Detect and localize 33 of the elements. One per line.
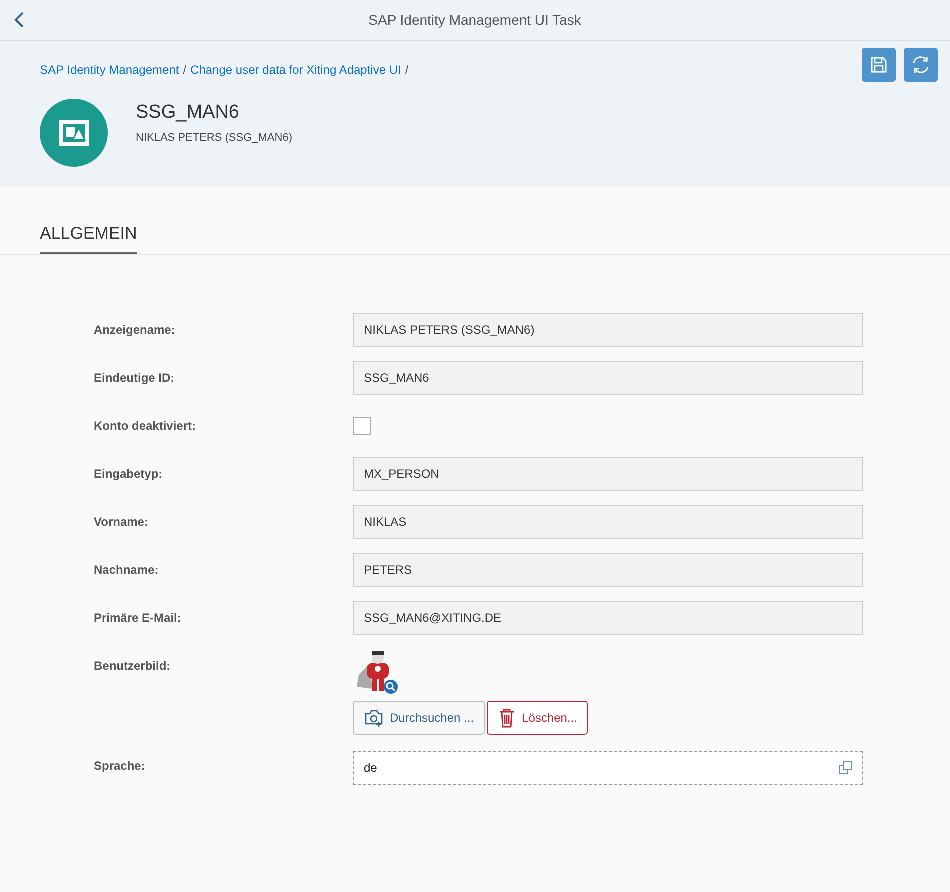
trash-icon bbox=[498, 708, 516, 728]
object-subtitle: NIKLAS PETERS (SSG_MAN6) bbox=[136, 132, 292, 144]
checkbox[interactable] bbox=[353, 417, 371, 435]
text-field[interactable]: PETERS bbox=[353, 553, 863, 587]
text-field[interactable]: NIKLAS PETERS (SSG_MAN6) bbox=[353, 313, 863, 347]
language-field[interactable]: de bbox=[353, 751, 863, 785]
field-label: Konto deaktiviert: bbox=[94, 418, 198, 435]
breadcrumb-link[interactable]: SAP Identity Management bbox=[40, 63, 180, 77]
field-label: Vorname: bbox=[94, 514, 150, 531]
save-icon bbox=[870, 56, 888, 74]
field-label: Primäre E-Mail: bbox=[94, 610, 182, 627]
breadcrumb-link[interactable]: Change user data for Xiting Adaptive UI bbox=[190, 63, 402, 77]
text-field[interactable]: SSG_MAN6 bbox=[353, 361, 863, 395]
save-button[interactable] bbox=[862, 48, 896, 82]
field-label: Eingabetyp: bbox=[94, 466, 164, 483]
text-field[interactable]: SSG_MAN6@XITING.DE bbox=[353, 601, 863, 635]
value-help-icon[interactable] bbox=[839, 761, 853, 775]
breadcrumb-separator: / bbox=[405, 63, 409, 77]
window-title: SAP Identity Management UI Task bbox=[368, 12, 582, 28]
camera-icon bbox=[364, 709, 384, 727]
text-field[interactable]: NIKLAS bbox=[353, 505, 863, 539]
breadcrumb-separator: / bbox=[183, 63, 187, 77]
field-label: Benutzerbild: bbox=[94, 658, 172, 675]
object-title: SSG_MAN6 bbox=[136, 102, 240, 124]
field-label: Nachname: bbox=[94, 562, 160, 579]
field-label: Anzeigename: bbox=[94, 322, 176, 339]
text-field[interactable]: MX_PERSON bbox=[353, 457, 863, 491]
tab[interactable]: ALLGEMEIN bbox=[40, 224, 138, 254]
refresh-button[interactable] bbox=[904, 48, 938, 82]
field-label: Eindeutige ID: bbox=[94, 370, 176, 387]
browse-button[interactable]: Durchsuchen ... bbox=[353, 701, 486, 735]
field-label: Sprache: bbox=[94, 758, 146, 775]
delete-button[interactable]: Löschen... bbox=[487, 701, 588, 735]
